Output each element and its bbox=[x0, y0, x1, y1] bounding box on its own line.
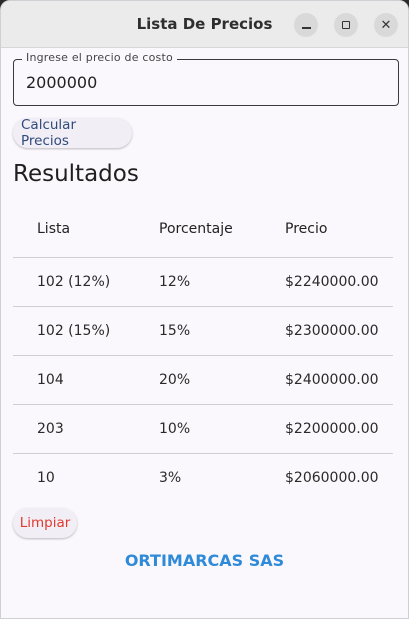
app-window: Lista De Precios ✕ Ingrese el precio de … bbox=[0, 0, 409, 619]
close-button[interactable]: ✕ bbox=[374, 13, 398, 37]
cell-lista: 102 (15%) bbox=[37, 323, 111, 339]
column-header-lista: Lista bbox=[37, 221, 71, 237]
cell-precio: $2060000.00 bbox=[285, 470, 379, 486]
cell-porcentaje: 15% bbox=[159, 323, 191, 339]
maximize-button[interactable] bbox=[334, 13, 358, 37]
close-icon: ✕ bbox=[380, 17, 392, 33]
cell-precio: $2200000.00 bbox=[285, 421, 379, 437]
maximize-icon bbox=[342, 21, 350, 29]
cell-lista: 10 bbox=[37, 470, 55, 486]
clear-button[interactable]: Limpiar bbox=[13, 508, 77, 538]
table-row: 203 10% $2200000.00 bbox=[13, 405, 393, 454]
minimize-button[interactable] bbox=[294, 13, 318, 37]
cell-porcentaje: 20% bbox=[159, 372, 191, 388]
cost-input[interactable] bbox=[24, 72, 388, 93]
table-row: 102 (12%) 12% $2240000.00 bbox=[13, 258, 393, 307]
cell-precio: $2400000.00 bbox=[285, 372, 379, 388]
results-heading: Resultados bbox=[13, 161, 139, 187]
table-row: 10 3% $2060000.00 bbox=[13, 454, 393, 502]
cell-precio: $2300000.00 bbox=[285, 323, 379, 339]
cell-lista: 102 (12%) bbox=[37, 274, 111, 290]
cell-porcentaje: 12% bbox=[159, 274, 191, 290]
column-header-precio: Precio bbox=[285, 221, 328, 237]
cost-field[interactable]: Ingrese el precio de costo bbox=[13, 51, 399, 106]
cost-field-label: Ingrese el precio de costo bbox=[22, 51, 177, 64]
brand-footer: ORTIMARCAS SAS bbox=[124, 551, 285, 570]
minimize-icon bbox=[301, 27, 311, 29]
table-row: 102 (15%) 15% $2300000.00 bbox=[13, 307, 393, 356]
title-bar: Lista De Precios ✕ bbox=[1, 1, 408, 48]
cell-porcentaje: 10% bbox=[159, 421, 191, 437]
results-table: Lista Porcentaje Precio 102 (12%) 12% $2… bbox=[13, 205, 393, 502]
cell-lista: 203 bbox=[37, 421, 64, 437]
cell-lista: 104 bbox=[37, 372, 64, 388]
calculate-button[interactable]: Calcular Precios bbox=[13, 117, 132, 149]
cell-precio: $2240000.00 bbox=[285, 274, 379, 290]
table-header: Lista Porcentaje Precio bbox=[13, 205, 393, 258]
table-row: 104 20% $2400000.00 bbox=[13, 356, 393, 405]
column-header-porcentaje: Porcentaje bbox=[159, 221, 233, 237]
cell-porcentaje: 3% bbox=[159, 470, 182, 486]
